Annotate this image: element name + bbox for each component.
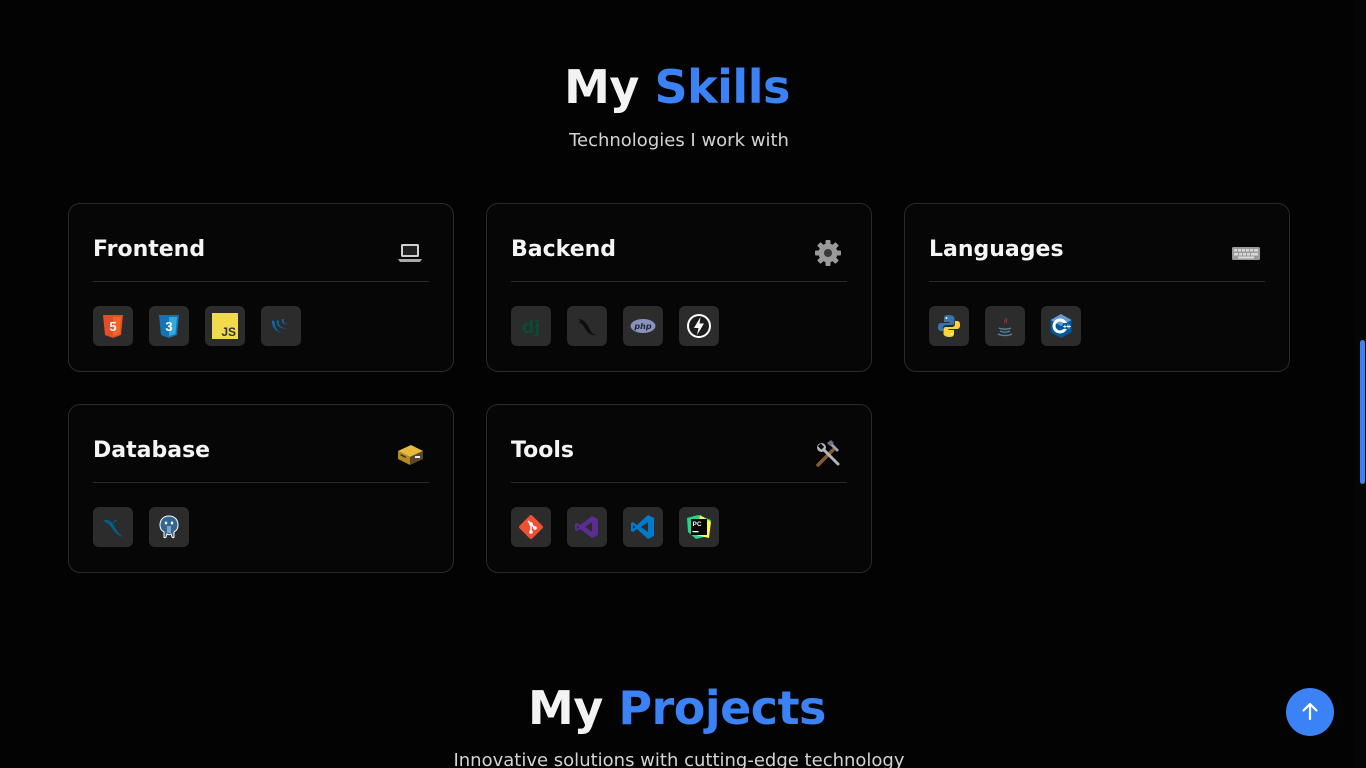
scrollbar-thumb[interactable]: [1360, 340, 1365, 484]
vscode-icon[interactable]: [623, 507, 663, 547]
fastapi-icon[interactable]: [679, 306, 719, 346]
card-title-database: Database: [93, 438, 211, 463]
card-header: Database: [93, 435, 429, 483]
svg-text:php: php: [633, 322, 651, 331]
html5-icon[interactable]: 5: [93, 306, 133, 346]
cplusplus-icon[interactable]: ++: [1041, 306, 1081, 346]
skills-heading-prefix: My: [564, 60, 639, 114]
jquery-icon[interactable]: [261, 306, 301, 346]
card-title-tools: Tools: [511, 438, 574, 463]
scrollbar[interactable]: [1354, 0, 1366, 768]
card-header: Frontend: [93, 234, 429, 282]
skill-card-languages: Languages ++: [904, 203, 1290, 372]
skill-icons-backend: dj php: [511, 306, 719, 346]
card-header: Languages: [929, 234, 1265, 282]
svg-text:5: 5: [109, 319, 116, 334]
postgresql-icon[interactable]: [149, 507, 189, 547]
laptop-icon: [395, 238, 425, 268]
page: My Skills Technologies I work with Front…: [0, 0, 1366, 768]
svg-text:3: 3: [165, 319, 172, 334]
projects-heading: My Projects: [0, 681, 1354, 735]
back-to-top-button[interactable]: [1286, 688, 1334, 736]
skill-icons-database: [93, 507, 189, 547]
card-title-frontend: Frontend: [93, 237, 206, 262]
projects-heading-prefix: My: [528, 681, 603, 735]
skill-card-database: Database: [68, 404, 454, 573]
keyboard-icon: [1231, 238, 1261, 268]
skill-icons-languages: ++: [929, 306, 1081, 346]
card-header: Backend: [511, 234, 847, 282]
flask-icon[interactable]: [567, 306, 607, 346]
database-icon: [395, 439, 425, 469]
python-icon[interactable]: [929, 306, 969, 346]
hammer-wrench-icon: [813, 439, 843, 469]
projects-heading-accent: Projects: [618, 681, 826, 735]
skills-heading-accent: Skills: [654, 60, 790, 114]
php-icon[interactable]: php: [623, 306, 663, 346]
card-title-languages: Languages: [929, 237, 1064, 262]
skill-card-frontend: Frontend 5 3 JS: [68, 203, 454, 372]
arrow-up-icon: [1299, 700, 1321, 725]
card-header: Tools: [511, 435, 847, 483]
css3-icon[interactable]: 3: [149, 306, 189, 346]
visual-studio-icon[interactable]: [567, 507, 607, 547]
svg-text:JS: JS: [221, 325, 236, 339]
svg-text:++: ++: [1063, 324, 1071, 331]
gear-icon: [813, 238, 843, 268]
javascript-icon[interactable]: JS: [205, 306, 245, 346]
skill-icons-tools: PC: [511, 507, 719, 547]
skills-subtitle: Technologies I work with: [569, 130, 789, 151]
skills-heading: My Skills: [0, 60, 1354, 114]
pycharm-icon[interactable]: PC: [679, 507, 719, 547]
skill-card-tools: Tools PC: [486, 404, 872, 573]
git-icon[interactable]: [511, 507, 551, 547]
java-icon[interactable]: [985, 306, 1025, 346]
django-icon[interactable]: dj: [511, 306, 551, 346]
svg-text:dj: dj: [521, 317, 540, 338]
skill-card-backend: Backend dj php: [486, 203, 872, 372]
projects-subtitle: Innovative solutions with cutting-edge t…: [453, 750, 905, 768]
skill-icons-frontend: 5 3 JS: [93, 306, 301, 346]
card-title-backend: Backend: [511, 237, 617, 262]
svg-text:PC: PC: [693, 521, 702, 528]
mysql-icon[interactable]: [93, 507, 133, 547]
